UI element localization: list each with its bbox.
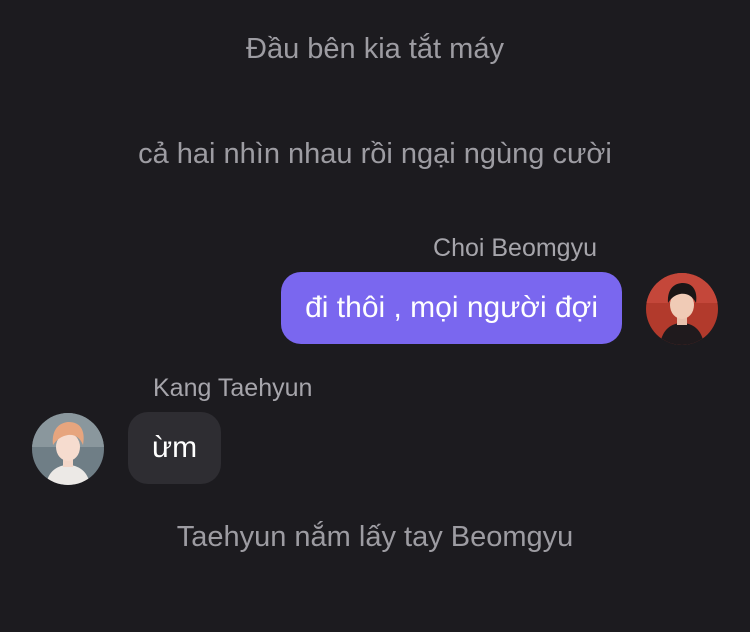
message-bubble-outgoing[interactable]: đi thôi , mọi người đợi [281, 272, 622, 344]
narration-text: Đầu bên kia tắt máy [246, 33, 504, 65]
avatar-choi-beomgyu[interactable] [646, 273, 718, 345]
avatar-image [32, 413, 104, 485]
avatar-kang-taehyun[interactable] [32, 413, 104, 485]
narration-text: cả hai nhìn nhau rồi ngại ngùng cười [138, 138, 612, 170]
sender-name: Choi Beomgyu [433, 234, 597, 262]
avatar-image [646, 273, 718, 345]
narration-text: Taehyun nắm lấy tay Beomgyu [176, 521, 574, 553]
sender-name: Kang Taehyun [153, 374, 313, 402]
message-bubble-incoming[interactable]: ừm [128, 412, 222, 484]
